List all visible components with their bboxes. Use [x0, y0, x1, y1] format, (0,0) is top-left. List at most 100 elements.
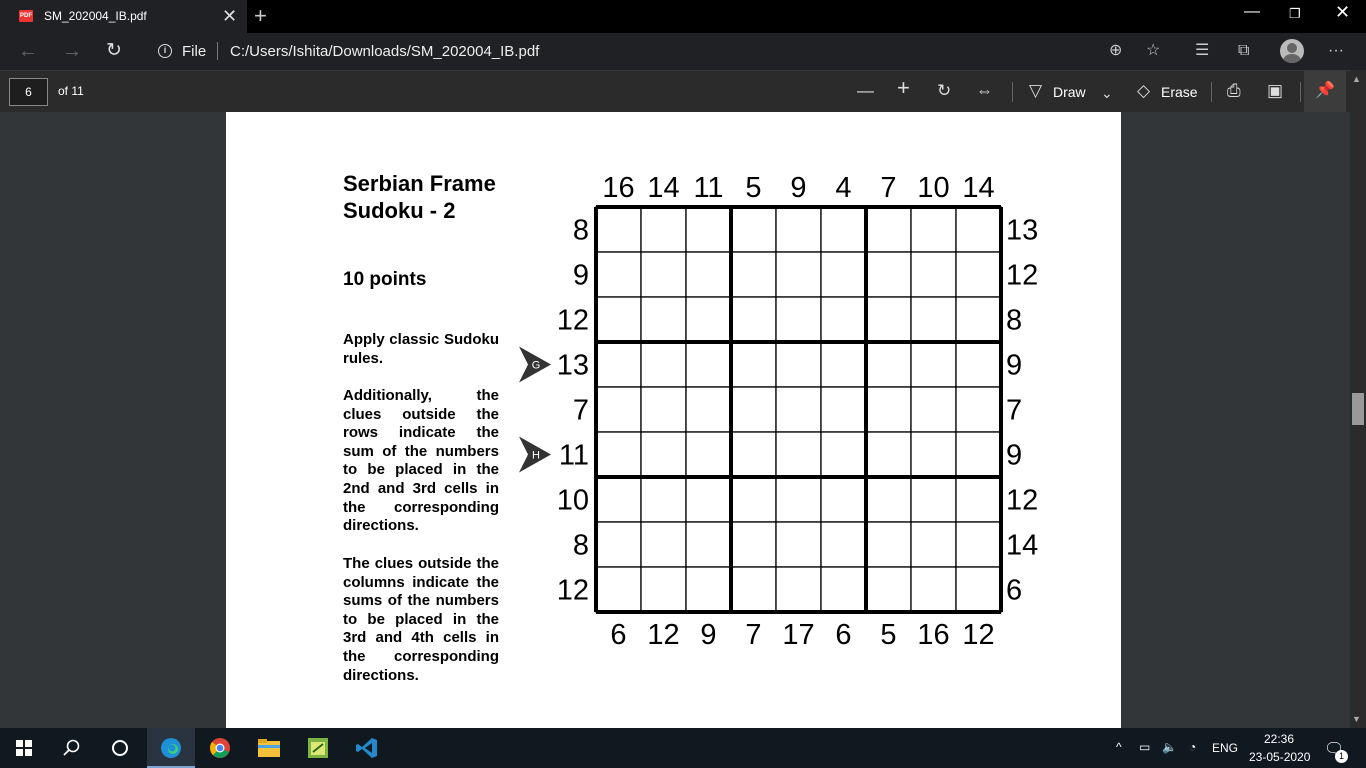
- grid-cell[interactable]: [640, 476, 687, 523]
- grid-cell[interactable]: [685, 476, 732, 523]
- language-indicator[interactable]: ENG: [1212, 741, 1238, 755]
- scroll-down-icon[interactable]: ▼: [1352, 714, 1361, 724]
- save-icon[interactable]: ▣: [1267, 81, 1283, 101]
- grid-cell[interactable]: [685, 341, 732, 388]
- clock-date[interactable]: 23-05-2020: [1249, 750, 1310, 764]
- edge-taskbar-icon[interactable]: [147, 728, 195, 768]
- grid-cell[interactable]: [775, 296, 822, 343]
- grid-cell[interactable]: [595, 476, 642, 523]
- grid-cell[interactable]: [730, 521, 777, 568]
- grid-cell[interactable]: [955, 431, 1002, 478]
- grid-cell[interactable]: [730, 296, 777, 343]
- grid-cell[interactable]: [685, 386, 732, 433]
- grid-cell[interactable]: [955, 341, 1002, 388]
- refresh-icon[interactable]: ↻: [106, 39, 122, 63]
- grid-cell[interactable]: [820, 431, 867, 478]
- grid-cell[interactable]: [685, 296, 732, 343]
- favorite-star-icon[interactable]: ☆: [1146, 41, 1160, 61]
- grid-cell[interactable]: [865, 476, 912, 523]
- profile-avatar[interactable]: [1280, 39, 1304, 63]
- erase-button[interactable]: Erase: [1161, 84, 1198, 100]
- grid-cell[interactable]: [640, 251, 687, 298]
- zoom-icon[interactable]: ⊕: [1109, 41, 1122, 61]
- grid-cell[interactable]: [955, 386, 1002, 433]
- grid-cell[interactable]: [595, 386, 642, 433]
- close-tab-icon[interactable]: ✕: [222, 6, 237, 26]
- grid-cell[interactable]: [865, 251, 912, 298]
- eraser-icon[interactable]: ◇: [1137, 81, 1150, 101]
- grid-cell[interactable]: [595, 431, 642, 478]
- fit-page-icon[interactable]: ⇔: [976, 81, 993, 101]
- grid-cell[interactable]: [910, 521, 957, 568]
- grid-cell[interactable]: [775, 206, 822, 253]
- grid-cell[interactable]: [865, 296, 912, 343]
- grid-cell[interactable]: [910, 251, 957, 298]
- wifi-icon[interactable]: ◔: [1189, 740, 1196, 754]
- new-tab-button[interactable]: +: [254, 3, 267, 29]
- page-number-input[interactable]: 6: [9, 78, 48, 106]
- vscode-taskbar-icon[interactable]: [343, 728, 391, 768]
- grid-cell[interactable]: [820, 521, 867, 568]
- grid-cell[interactable]: [820, 251, 867, 298]
- grid-cell[interactable]: [910, 386, 957, 433]
- grid-cell[interactable]: [955, 296, 1002, 343]
- grid-cell[interactable]: [730, 206, 777, 253]
- pin-toolbar-icon[interactable]: 📌: [1304, 71, 1346, 112]
- grid-cell[interactable]: [730, 566, 777, 613]
- grid-cell[interactable]: [685, 431, 732, 478]
- grid-cell[interactable]: [595, 566, 642, 613]
- grid-cell[interactable]: [730, 476, 777, 523]
- grid-cell[interactable]: [595, 341, 642, 388]
- grid-cell[interactable]: [820, 566, 867, 613]
- forward-icon[interactable]: →: [62, 39, 82, 63]
- grid-cell[interactable]: [910, 296, 957, 343]
- grid-cell[interactable]: [910, 476, 957, 523]
- grid-cell[interactable]: [865, 206, 912, 253]
- grid-cell[interactable]: [955, 566, 1002, 613]
- grid-cell[interactable]: [595, 251, 642, 298]
- grid-cell[interactable]: [955, 476, 1002, 523]
- chevron-down-icon[interactable]: ⌄: [1101, 83, 1113, 103]
- grid-cell[interactable]: [730, 341, 777, 388]
- url-field[interactable]: i File C:/Users/Ishita/Downloads/SM_2020…: [145, 36, 1175, 66]
- grid-cell[interactable]: [595, 206, 642, 253]
- url-text[interactable]: C:/Users/Ishita/Downloads/SM_202004_IB.p…: [230, 43, 539, 60]
- scrollbar-thumb[interactable]: [1352, 393, 1364, 425]
- grid-cell[interactable]: [820, 386, 867, 433]
- grid-cell[interactable]: [865, 386, 912, 433]
- close-window-icon[interactable]: ✕: [1335, 2, 1350, 22]
- grid-cell[interactable]: [640, 386, 687, 433]
- grid-cell[interactable]: [775, 521, 822, 568]
- grid-cell[interactable]: [820, 476, 867, 523]
- back-icon[interactable]: ←: [18, 39, 38, 63]
- grid-cell[interactable]: [685, 566, 732, 613]
- grid-cell[interactable]: [775, 566, 822, 613]
- grid-cell[interactable]: [730, 431, 777, 478]
- favorites-list-icon[interactable]: ☰: [1195, 41, 1209, 61]
- grid-cell[interactable]: [685, 206, 732, 253]
- grid-cell[interactable]: [775, 431, 822, 478]
- grid-cell[interactable]: [955, 521, 1002, 568]
- print-icon[interactable]: ⎙: [1227, 81, 1241, 101]
- grid-cell[interactable]: [820, 206, 867, 253]
- more-menu-icon[interactable]: ···: [1328, 41, 1344, 61]
- restore-icon[interactable]: ❐: [1289, 4, 1301, 24]
- grid-cell[interactable]: [730, 386, 777, 433]
- grid-cell[interactable]: [955, 251, 1002, 298]
- grid-cell[interactable]: [820, 341, 867, 388]
- grid-cell[interactable]: [910, 206, 957, 253]
- draw-button[interactable]: Draw: [1053, 84, 1086, 100]
- grid-cell[interactable]: [820, 296, 867, 343]
- draw-icon[interactable]: ▽: [1029, 81, 1042, 101]
- file-explorer-taskbar-icon[interactable]: [245, 728, 293, 768]
- scroll-up-icon[interactable]: ▲: [1352, 74, 1361, 84]
- grid-cell[interactable]: [775, 386, 822, 433]
- grid-cell[interactable]: [865, 566, 912, 613]
- notepad-taskbar-icon[interactable]: [294, 728, 342, 768]
- info-icon[interactable]: i: [158, 44, 172, 58]
- grid-cell[interactable]: [640, 521, 687, 568]
- grid-cell[interactable]: [640, 341, 687, 388]
- grid-cell[interactable]: [865, 521, 912, 568]
- volume-icon[interactable]: 🔈: [1162, 740, 1177, 754]
- grid-cell[interactable]: [910, 431, 957, 478]
